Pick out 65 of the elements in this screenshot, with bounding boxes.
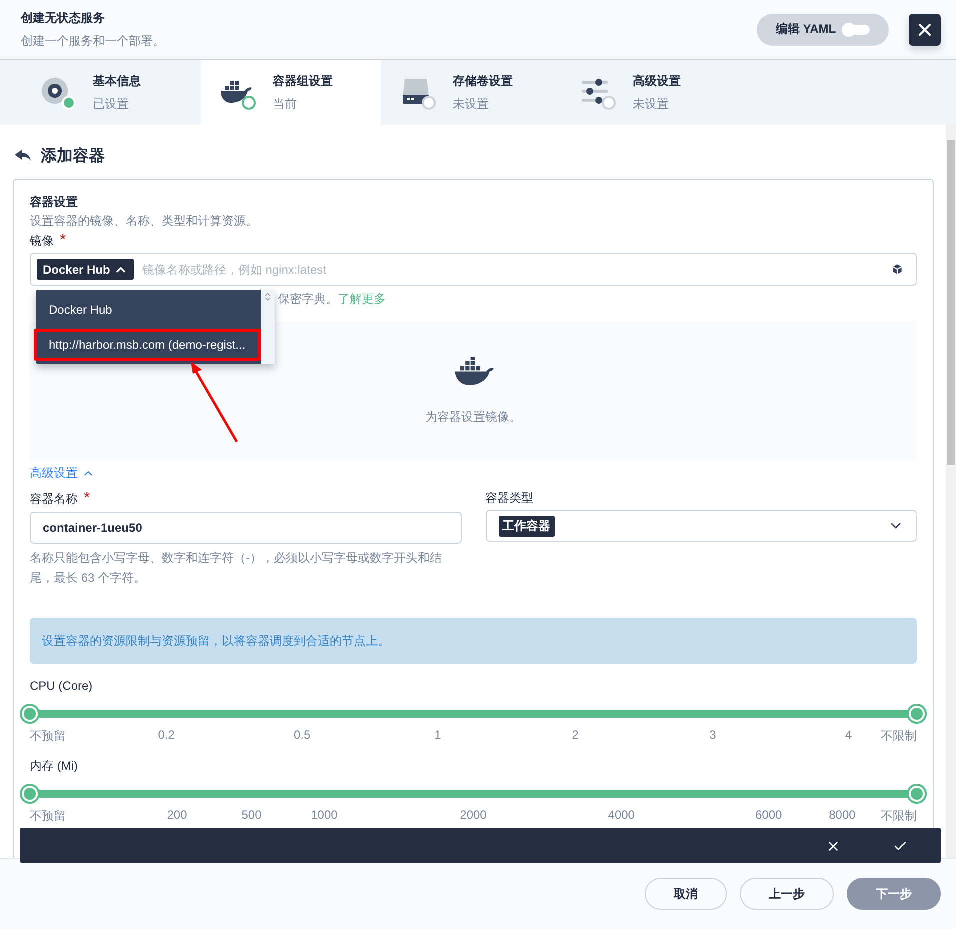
step-tab[interactable]: 存储卷设置 未设置 [381,60,561,125]
resource-note: 设置容器的资源限制与资源预留，以将容器调度到合适的节点上。 [30,618,917,664]
slider-tick-label: 1 [434,728,442,742]
whale-icon [452,357,494,387]
step-status: 未设置 [633,96,670,112]
close-button[interactable] [909,14,941,46]
registry-option[interactable]: Docker Hub [34,294,261,326]
slider-tick-label: 2000 [460,808,487,822]
step-status: 未设置 [453,96,490,112]
name-hint: 名称只能包含小写字母、数字和连字符（-），必须以小写字母或数字开头和结尾，最长 63 个字符。 [30,550,443,587]
registry-selector[interactable]: Docker Hub [37,259,134,280]
slider-tick-label: 不预留 [30,808,66,825]
slider-handle[interactable] [907,704,927,724]
step-status: 当前 [273,96,298,112]
container-name-input[interactable]: container-1ueu50 [30,512,462,544]
advanced-settings-toggle[interactable]: 高级设置 [30,465,95,482]
registry-option[interactable]: http://harbor.msb.com (demo-regist... [34,329,261,361]
section-title: 容器设置 [30,194,79,210]
slider-tick-label: 0.2 [158,728,175,742]
slider-tick-label: 1000 [311,808,338,822]
slider-tick-label: 4 [845,728,852,742]
slider-tick-label: 8000 [829,808,856,822]
scroll-arrows-icon[interactable] [262,292,273,302]
slider-handle[interactable] [20,784,40,804]
empty-state-text: 为容器设置镜像。 [426,408,522,426]
step-title: 基本信息 [93,72,141,90]
slider-tick-label: 500 [242,808,262,822]
container-type-select[interactable]: 工作容器 [486,510,917,542]
slider-tick-label: 0.5 [294,728,311,742]
slider-label: 内存 (Mi) [30,758,79,774]
slider-tick-label: 6000 [756,808,782,822]
edit-yaml-toggle[interactable]: 编辑 YAML [757,14,889,46]
image-hint: 保密字典。 [278,290,338,308]
slider-tick-label: 不限制 [881,728,917,745]
name-label: 容器名称 [30,491,78,507]
required-mark: * [84,490,90,508]
required-mark: * [60,232,66,250]
slider-label: CPU (Core) [30,678,94,694]
section-description: 设置容器的镜像、名称、类型和计算资源。 [30,213,259,229]
slider-tick-label: 3 [710,728,716,742]
cube-icon[interactable] [891,263,904,276]
footer-button[interactable]: 上一步 [740,878,834,910]
image-field[interactable]: Docker Hub 镜像名称或路径，例如 nginx:latest [30,253,917,286]
slider-handle[interactable] [20,704,40,724]
slider-tick-label: 2 [572,728,579,742]
page-title: 添加容器 [41,146,105,166]
slider-tick-label: 4000 [608,808,635,822]
step-title: 高级设置 [633,72,681,90]
step-title: 容器组设置 [273,72,333,90]
type-label: 容器类型 [486,490,534,506]
scrollbar[interactable] [946,125,956,858]
slider-handle[interactable] [907,784,927,804]
slider-tick-label: 不预留 [30,728,66,745]
slider-tick-label: 不限制 [881,808,917,825]
image-label: 镜像 [30,233,54,249]
step-tab[interactable]: 高级设置 未设置 [561,60,741,125]
step-status: 已设置 [93,96,130,112]
dialog-subtitle: 创建一个服务和一个部署。 [21,32,166,50]
dialog-title: 创建无状态服务 [21,10,106,26]
step-title: 存储卷设置 [453,72,513,90]
footer-button[interactable]: 取消 [645,878,727,910]
step-tab[interactable]: 基本信息 已设置 [21,60,201,125]
back-arrow-icon[interactable] [15,150,31,162]
slider-tick-label: 200 [167,808,188,822]
step-tab[interactable]: 容器组设置 当前 [201,60,381,125]
